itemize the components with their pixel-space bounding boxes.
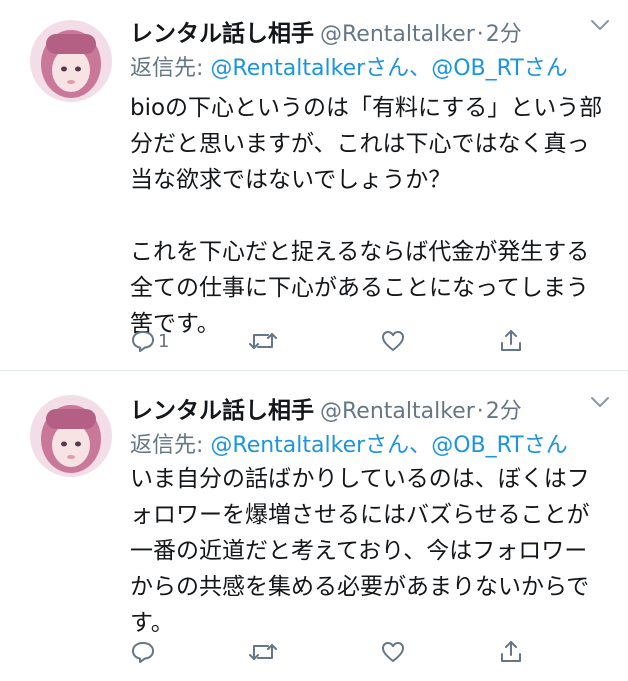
- tweet-header: レンタル話し相手 @Rentaltalker·2分: [130, 391, 588, 425]
- retweet-button[interactable]: [248, 637, 278, 667]
- reply-context: 返信先: @Rentaltalkerさん、@OB_RTさん: [130, 427, 568, 459]
- username[interactable]: @Rentaltalker: [320, 399, 475, 424]
- reply-icon: [130, 328, 156, 354]
- mention-link[interactable]: @OB_RTさん: [431, 56, 568, 81]
- timestamp[interactable]: 2分: [486, 22, 522, 47]
- tweet-paragraph: bioの下心というのは「有料にする」という部分だと思いますが、これは下心ではなく…: [130, 95, 603, 193]
- timestamp[interactable]: 2分: [486, 399, 522, 424]
- tweet[interactable]: レンタル話し相手 @Rentaltalker·2分 返信先: @Rentaltal…: [0, 0, 628, 370]
- separator-dot: ·: [476, 22, 484, 47]
- mention-separator: 、: [409, 56, 432, 81]
- share-button[interactable]: [498, 326, 524, 356]
- tweet-text: bioの下心というのは「有料にする」という部分だと思いますが、これは下心ではなく…: [130, 90, 606, 342]
- action-bar: 1: [130, 326, 530, 356]
- retweet-icon: [248, 328, 278, 354]
- avatar[interactable]: [30, 20, 112, 102]
- reply-prefix: 返信先:: [130, 56, 211, 81]
- action-bar: [130, 637, 530, 667]
- mention-link[interactable]: @Rentaltalkerさん: [210, 433, 409, 458]
- heart-icon: [380, 328, 406, 354]
- mention-link[interactable]: @Rentaltalkerさん: [210, 56, 409, 81]
- share-button[interactable]: [498, 637, 524, 667]
- mention-separator: 、: [409, 433, 432, 458]
- share-icon: [498, 328, 524, 354]
- tweet-text: いま自分の話ばかりしているのは、ぼくはフォロワーを爆増させるにはバズらせることが…: [130, 461, 606, 641]
- reply-button[interactable]: 1: [130, 326, 169, 356]
- chevron-down-icon[interactable]: [590, 18, 610, 32]
- like-button[interactable]: [380, 326, 406, 356]
- tweet-header: レンタル話し相手 @Rentaltalker·2分: [130, 14, 588, 48]
- reply-prefix: 返信先:: [130, 433, 211, 458]
- retweet-button[interactable]: [248, 326, 278, 356]
- avatar[interactable]: [30, 395, 112, 477]
- username[interactable]: @Rentaltalker: [320, 22, 475, 47]
- display-name[interactable]: レンタル話し相手: [130, 398, 314, 424]
- tweet-paragraph: いま自分の話ばかりしているのは、ぼくはフォロワーを爆増させるにはバズらせることが…: [130, 466, 590, 636]
- reply-context: 返信先: @Rentaltalkerさん、@OB_RTさん: [130, 50, 568, 82]
- separator-dot: ·: [476, 399, 484, 424]
- reply-count: 1: [158, 330, 170, 352]
- heart-icon: [380, 639, 406, 665]
- like-button[interactable]: [380, 637, 406, 667]
- chevron-down-icon[interactable]: [590, 395, 610, 409]
- reply-button[interactable]: [130, 637, 158, 667]
- mention-link[interactable]: @OB_RTさん: [431, 433, 568, 458]
- display-name[interactable]: レンタル話し相手: [130, 21, 314, 47]
- share-icon: [498, 639, 524, 665]
- reply-icon: [130, 639, 156, 665]
- retweet-icon: [248, 639, 278, 665]
- tweet[interactable]: レンタル話し相手 @Rentaltalker·2分 返信先: @Rentaltal…: [0, 371, 628, 681]
